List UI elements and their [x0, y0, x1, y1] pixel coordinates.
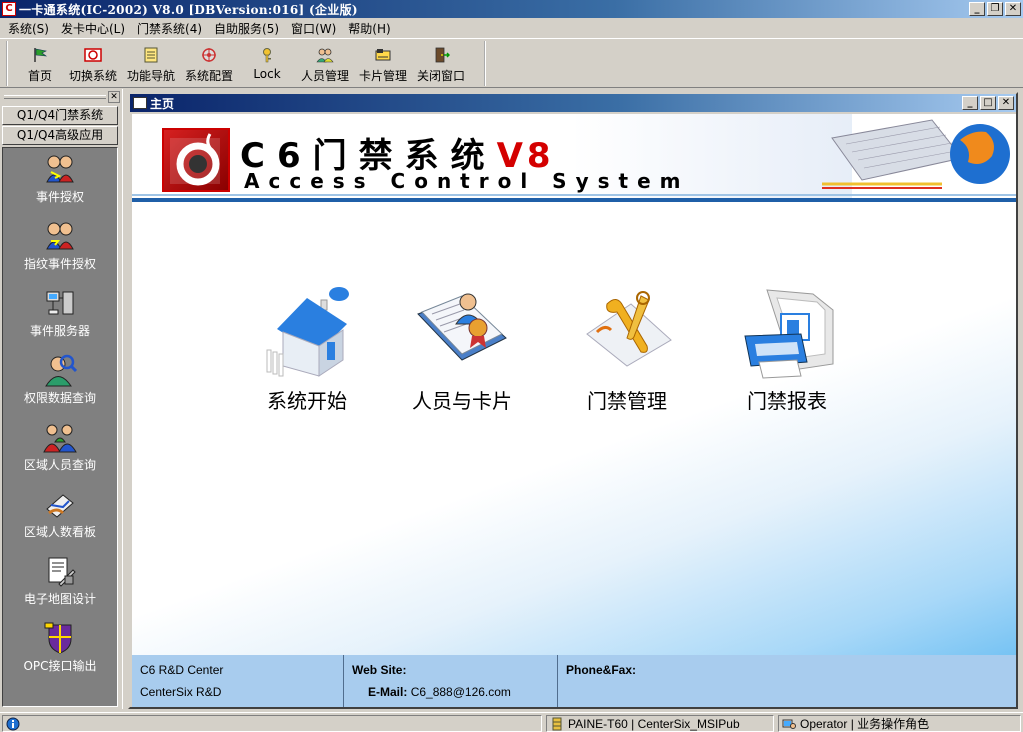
- minimize-icon[interactable]: _: [969, 2, 985, 16]
- event-authorize-icon: [46, 155, 74, 183]
- menu-access-control[interactable]: 门禁系统(4): [131, 20, 208, 37]
- card-management-button[interactable]: 卡片管理: [354, 41, 412, 85]
- status-server: PAINE-T60 | CenterSix_MSIPub: [568, 716, 740, 731]
- menu-bar: 系统(S) 发卡中心(L) 门禁系统(4) 自助服务(5) 窗口(W) 帮助(H…: [0, 18, 1023, 38]
- restore-icon[interactable]: ❐: [987, 2, 1003, 16]
- people-management-button[interactable]: 人员管理: [296, 41, 354, 85]
- footer-phone: Phone&Fax:: [558, 655, 1016, 707]
- banner-divider-light: [132, 194, 1016, 196]
- c6-logo-icon: [162, 128, 230, 192]
- people-icon: [316, 48, 334, 63]
- banner: C6门禁系统V8 Access Control System: [132, 114, 1016, 202]
- footer-email: E-Mail: C6_888@126.com: [368, 685, 511, 699]
- toolbar: 首页 切换系统 功能导航 系统配置 Lock 人员管理 卡片管理 关闭窗口: [0, 38, 1023, 88]
- area-count-board-icon: [46, 494, 74, 518]
- close-window-button[interactable]: 关闭窗口: [412, 41, 470, 85]
- sidebar-item-fingerprint-authorize[interactable]: 指纹事件授权: [3, 219, 117, 279]
- info-icon: [6, 717, 20, 730]
- window-title: 一卡通系统(IC-2002) V8.0 [DBVersion:016] (企业版…: [19, 2, 358, 17]
- sidebar-item-emap-design[interactable]: 电子地图设计: [3, 554, 117, 614]
- close-icon[interactable]: ✕: [998, 96, 1014, 110]
- tab-access-control-system[interactable]: Q1/Q4门禁系统: [2, 106, 118, 125]
- menu-self-service[interactable]: 自助服务(5): [208, 20, 285, 37]
- status-user-cell: Operator | 业务操作角色: [778, 715, 1021, 732]
- lock-key-icon: [263, 48, 271, 63]
- house-icon: [266, 287, 349, 377]
- footer: C6 R&D Center CenterSix R&D Web Site: E-…: [132, 655, 1016, 707]
- home-window-icon: [133, 97, 147, 109]
- menu-system[interactable]: 系统(S): [2, 20, 55, 37]
- status-bar: PAINE-T60 | CenterSix_MSIPub Operator | …: [0, 712, 1023, 732]
- printer-report-icon: [744, 289, 834, 379]
- sidebar-item-area-count-board[interactable]: 区域人数看板: [3, 487, 117, 547]
- config-icon: [202, 48, 216, 62]
- sidebar-item-event-authorize[interactable]: 事件授权: [3, 152, 117, 212]
- footer-contact: Web Site: E-Mail: C6_888@126.com: [344, 655, 558, 707]
- sidebar-item-opc-output[interactable]: OPC接口输出: [3, 621, 117, 681]
- people-card-book-icon: [417, 293, 507, 361]
- emap-design-icon: [48, 557, 76, 587]
- switch-system-icon: [84, 48, 102, 62]
- feature-access-management[interactable]: 门禁管理: [562, 284, 692, 414]
- footer-email-value[interactable]: C6_888@126.com: [411, 685, 511, 699]
- home-window: 主页 _ □ ✕ C6门禁系统V8 Access Control System: [128, 92, 1018, 709]
- sidebar-item-area-people-query[interactable]: 区域人员查询: [3, 420, 117, 480]
- banner-subtitle: Access Control System: [244, 169, 690, 193]
- home-content: C6门禁系统V8 Access Control System 系统开始 人员与卡…: [132, 114, 1016, 707]
- app-title-bar[interactable]: C 一卡通系统(IC-2002) V8.0 [DBVersion:016] (企…: [0, 0, 1023, 18]
- footer-company: C6 R&D Center CenterSix R&D: [132, 655, 344, 707]
- navigation-button[interactable]: 功能导航: [122, 41, 180, 85]
- permission-query-icon: [45, 354, 77, 387]
- footer-company-line1: C6 R&D Center: [140, 663, 224, 677]
- lock-button[interactable]: Lock: [238, 41, 296, 85]
- sidebar-grip[interactable]: [4, 95, 106, 99]
- sidebar-item-list: 事件授权 指纹事件授权 事件服务器 权限数据查询 区域人员查询 区域人数看板 电…: [2, 147, 118, 707]
- tools-icon: [586, 291, 672, 367]
- status-server-cell: PAINE-T60 | CenterSix_MSIPub: [546, 715, 774, 732]
- home-window-title-bar[interactable]: 主页 _ □ ✕: [130, 94, 1016, 112]
- fingerprint-authorize-icon: [46, 222, 74, 250]
- operator-icon: [782, 719, 796, 729]
- sidebar-item-event-server[interactable]: 事件服务器: [3, 286, 117, 346]
- keyboard-globe-icon: [822, 119, 1010, 189]
- exit-door-icon: [435, 47, 450, 63]
- banner-divider: [132, 198, 1016, 202]
- status-user: Operator | 业务操作角色: [800, 717, 930, 731]
- status-info-cell: [2, 715, 542, 732]
- navigation-icon: [144, 47, 158, 63]
- card-icon: [375, 49, 391, 61]
- database-icon: [552, 717, 562, 730]
- opc-output-icon: [44, 622, 72, 654]
- feature-people-and-cards[interactable]: 人员与卡片: [397, 284, 527, 414]
- switch-system-button[interactable]: 切换系统: [64, 41, 122, 85]
- app-logo-icon: C: [2, 2, 16, 16]
- sidebar: ✕ Q1/Q4门禁系统 Q1/Q4高级应用 事件授权 指纹事件授权 事件服务器 …: [0, 89, 122, 709]
- tab-advanced-applications[interactable]: Q1/Q4高级应用: [2, 126, 118, 145]
- footer-company-line2: CenterSix R&D: [140, 685, 222, 699]
- home-window-title: 主页: [150, 96, 175, 111]
- footer-phone-label: Phone&Fax:: [566, 663, 637, 677]
- system-config-button[interactable]: 系统配置: [180, 41, 238, 85]
- minimize-icon[interactable]: _: [962, 96, 978, 110]
- feature-system-start[interactable]: 系统开始: [242, 284, 372, 414]
- menu-card-center[interactable]: 发卡中心(L): [55, 20, 131, 37]
- menu-help[interactable]: 帮助(H): [342, 20, 396, 37]
- close-icon[interactable]: ✕: [1005, 2, 1021, 16]
- sidebar-close-icon[interactable]: ✕: [108, 91, 120, 103]
- maximize-icon[interactable]: □: [980, 96, 996, 110]
- footer-website-label: Web Site:: [352, 663, 407, 677]
- area-people-query-icon: [43, 424, 77, 453]
- home-flag-icon: [34, 48, 48, 62]
- home-button[interactable]: 首页: [16, 41, 64, 85]
- event-server-icon: [46, 291, 74, 315]
- sidebar-item-permission-query[interactable]: 权限数据查询: [3, 353, 117, 413]
- menu-window[interactable]: 窗口(W): [285, 20, 342, 37]
- feature-access-reports[interactable]: 门禁报表: [722, 284, 852, 414]
